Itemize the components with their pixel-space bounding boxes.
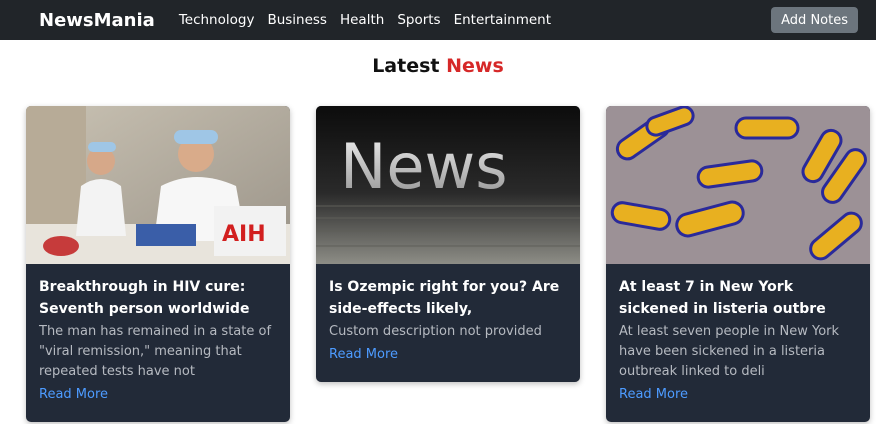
page-title-prefix: Latest <box>372 55 440 77</box>
nav-link-technology[interactable]: Technology <box>179 12 255 28</box>
navbar: NewsMania Technology Business Health Spo… <box>0 0 876 40</box>
read-more-link[interactable]: Read More <box>619 387 688 402</box>
card-body: Breakthrough in HIV cure: Seventh person… <box>26 264 290 415</box>
add-notes-button[interactable]: Add Notes <box>771 7 858 33</box>
read-more-link[interactable]: Read More <box>39 387 108 402</box>
page-title: Latest News <box>0 55 876 77</box>
card-image-bacteria[interactable] <box>606 106 870 264</box>
news-card: News Is Ozempic right for you? Are side-… <box>316 106 580 382</box>
news-card: AIH Breakthrough in HIV cure: Seventh pe… <box>26 106 290 422</box>
card-image-lab[interactable]: AIH <box>26 106 290 264</box>
nav-link-health[interactable]: Health <box>340 12 384 28</box>
news-3d-text: News <box>340 130 508 203</box>
card-description: At least seven people in New York have b… <box>619 324 840 379</box>
page-title-accent: News <box>446 55 504 77</box>
card-title[interactable]: Is Ozempic right for you? Are side-effec… <box>329 276 567 320</box>
card-body: At least 7 in New York sickened in liste… <box>606 264 870 415</box>
card-description: Custom description not provided <box>329 324 542 339</box>
nav-link-business[interactable]: Business <box>267 12 327 28</box>
nav-links: Technology Business Health Sports Entert… <box>179 12 771 28</box>
card-image-news[interactable]: News <box>316 106 580 264</box>
nav-link-entertainment[interactable]: Entertainment <box>454 12 551 28</box>
card-title[interactable]: At least 7 in New York sickened in liste… <box>619 276 857 320</box>
brand-logo[interactable]: NewsMania <box>39 10 155 31</box>
aih-box-text: AIH <box>222 222 266 247</box>
news-card: At least 7 in New York sickened in liste… <box>606 106 870 422</box>
card-description: The man has remained in a state of "vira… <box>39 324 272 379</box>
card-body: Is Ozempic right for you? Are side-effec… <box>316 264 580 375</box>
read-more-link[interactable]: Read More <box>329 347 398 362</box>
card-title[interactable]: Breakthrough in HIV cure: Seventh person… <box>39 276 277 320</box>
nav-link-sports[interactable]: Sports <box>397 12 440 28</box>
